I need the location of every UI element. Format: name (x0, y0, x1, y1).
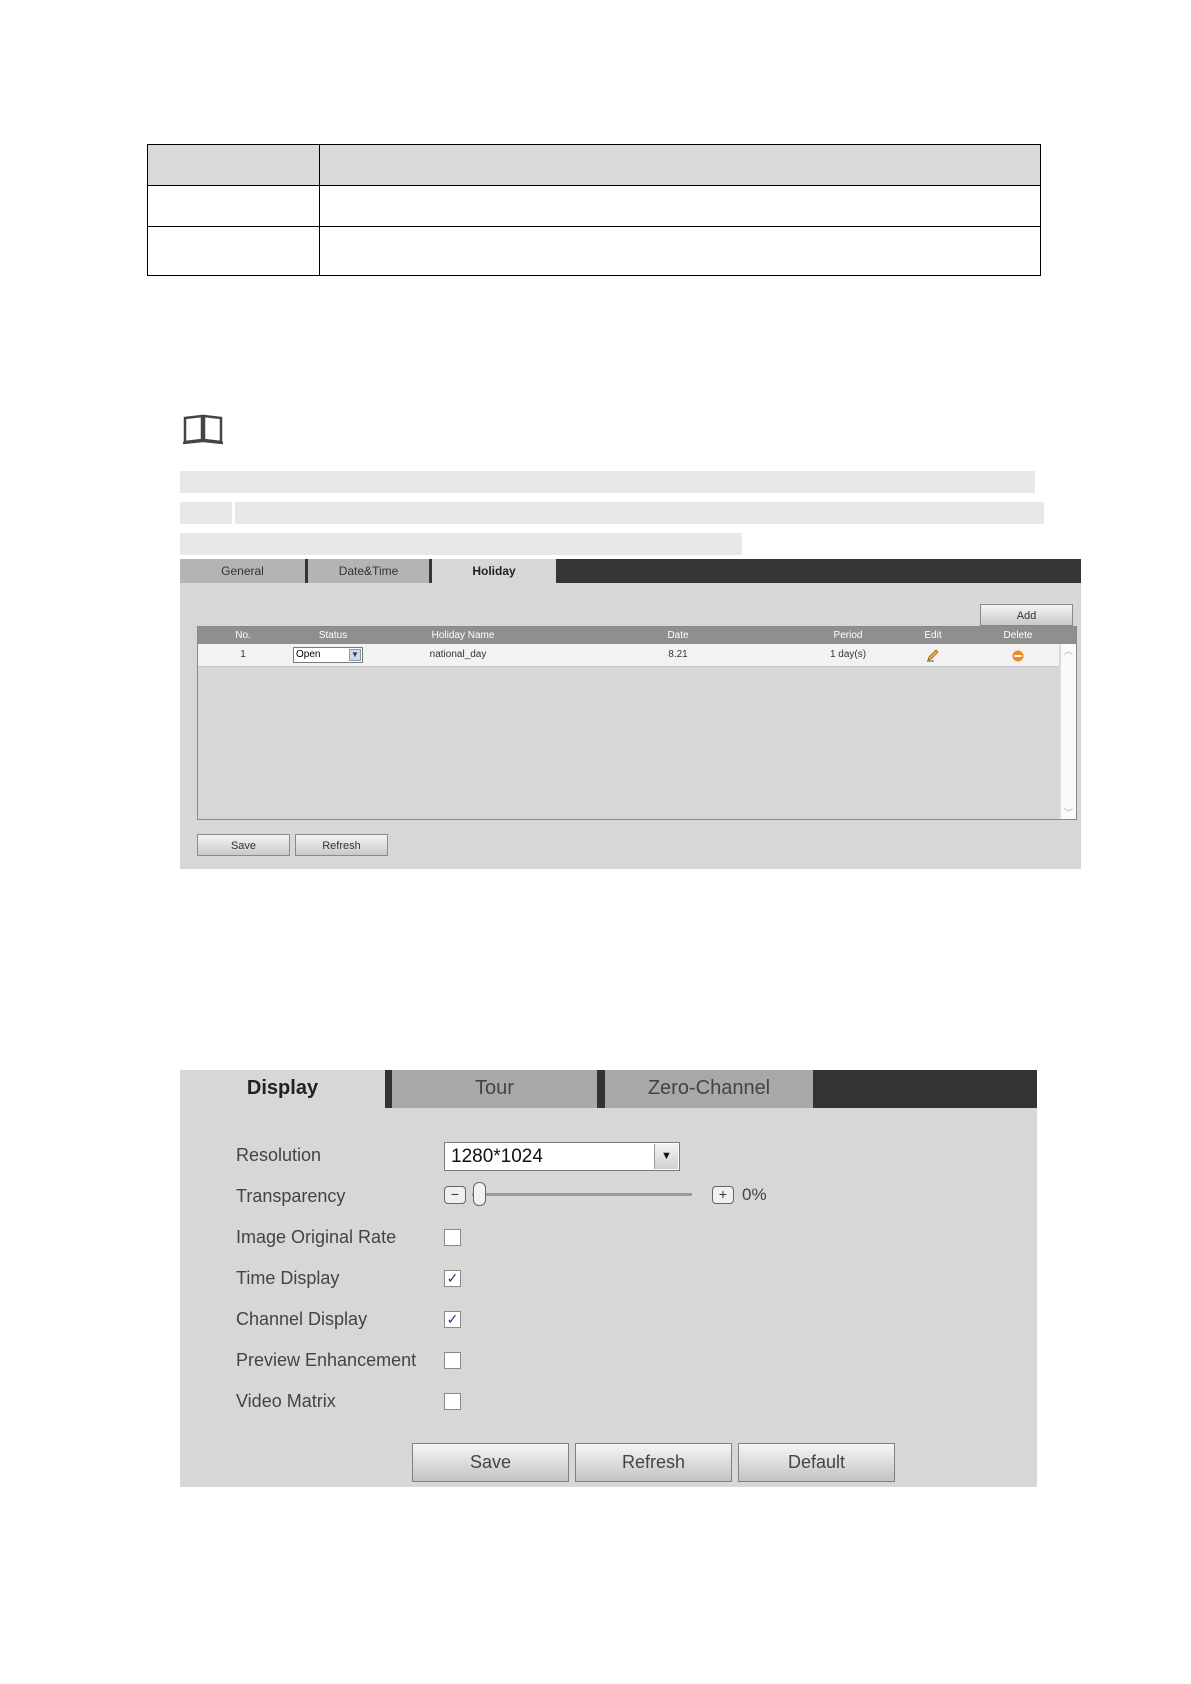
time-display-label: Time Display (236, 1268, 340, 1288)
video-matrix-checkbox[interactable] (444, 1393, 461, 1410)
preview-enhancement-label: Preview Enhancement (236, 1350, 417, 1370)
preview-enhancement-checkbox[interactable] (444, 1352, 461, 1369)
transparency-label: Transparency (236, 1186, 346, 1206)
table-header-cell (147, 144, 320, 186)
resolution-value: 1280*1024 (451, 1146, 543, 1167)
highlight-bar (180, 533, 742, 555)
tab-tour[interactable]: Tour (392, 1070, 597, 1108)
delete-icon[interactable] (1012, 650, 1024, 662)
table-row: 1 Open ▼ national_day 8.21 1 day(s) (198, 644, 1059, 667)
plus-icon[interactable]: + (712, 1186, 734, 1204)
column-no: No. (235, 630, 251, 641)
column-date: Date (667, 630, 689, 641)
add-button[interactable]: Add (980, 604, 1073, 626)
tab-general[interactable]: General (180, 559, 305, 583)
column-status: Status (318, 630, 348, 641)
channel-display-checkbox[interactable]: ✓ (444, 1311, 461, 1328)
image-original-rate-checkbox[interactable] (444, 1229, 461, 1246)
info-table (147, 144, 1041, 276)
refresh-button[interactable]: Refresh (295, 834, 388, 856)
holiday-table: No. Status Holiday Name Date Period Edit… (197, 626, 1077, 820)
table-header-cell (319, 144, 1041, 186)
resolution-label: Resolution (236, 1145, 322, 1165)
chevron-down-icon[interactable]: ▼ (349, 649, 361, 661)
minus-icon[interactable]: − (444, 1186, 466, 1204)
transparency-slider-handle[interactable] (473, 1182, 486, 1206)
tab-display[interactable]: Display (180, 1070, 385, 1108)
display-settings-panel: Display Tour Zero-Channel Resolution 128… (180, 1070, 1037, 1487)
video-matrix-label: Video Matrix (236, 1391, 336, 1411)
highlight-bar (180, 471, 1035, 493)
table-cell (319, 185, 1041, 227)
scroll-up-arrow-icon[interactable]: ︿ (1064, 644, 1073, 657)
tab-zero-channel[interactable]: Zero-Channel (605, 1070, 813, 1108)
transparency-slider-track[interactable] (472, 1193, 692, 1196)
time-display-checkbox[interactable]: ✓ (444, 1270, 461, 1287)
highlight-bar (180, 502, 232, 524)
edit-pencil-icon[interactable] (926, 648, 940, 662)
scroll-down-arrow-icon[interactable]: ﹀ (1064, 806, 1073, 819)
transparency-value: 0% (742, 1185, 767, 1204)
refresh-button[interactable]: Refresh (575, 1443, 732, 1482)
tab-holiday[interactable]: Holiday (432, 559, 556, 583)
table-cell (147, 185, 320, 227)
holiday-settings-panel: General Date&Time Holiday Add No. Status… (180, 559, 1081, 869)
image-original-rate-label: Image Original Rate (236, 1227, 397, 1247)
table-header: No. Status Holiday Name Date Period Edit… (198, 627, 1076, 644)
default-button[interactable]: Default (738, 1443, 895, 1482)
vertical-scrollbar[interactable]: ︿ ﹀ (1060, 644, 1076, 819)
cell-period: 1 day(s) (829, 649, 867, 660)
save-button[interactable]: Save (197, 834, 290, 856)
status-select[interactable]: Open ▼ (293, 647, 363, 663)
cell-no: 1 (240, 649, 246, 660)
table-cell (147, 226, 320, 276)
column-period: Period (833, 630, 863, 641)
channel-display-label: Channel Display (236, 1309, 368, 1329)
column-edit: Edit (924, 630, 942, 641)
tab-date-time[interactable]: Date&Time (308, 559, 429, 583)
column-holiday-name: Holiday Name (431, 630, 495, 641)
book-icon (182, 414, 224, 445)
cell-holiday-name: national_day (429, 649, 487, 660)
cell-date: 8.21 (668, 649, 688, 660)
column-delete: Delete (1003, 630, 1033, 641)
table-cell (319, 226, 1041, 276)
chevron-down-icon[interactable]: ▼ (654, 1144, 678, 1169)
highlight-bar (235, 502, 1044, 524)
resolution-select[interactable]: 1280*1024 ▼ (444, 1142, 680, 1171)
status-value: Open (296, 649, 321, 660)
save-button[interactable]: Save (412, 1443, 569, 1482)
